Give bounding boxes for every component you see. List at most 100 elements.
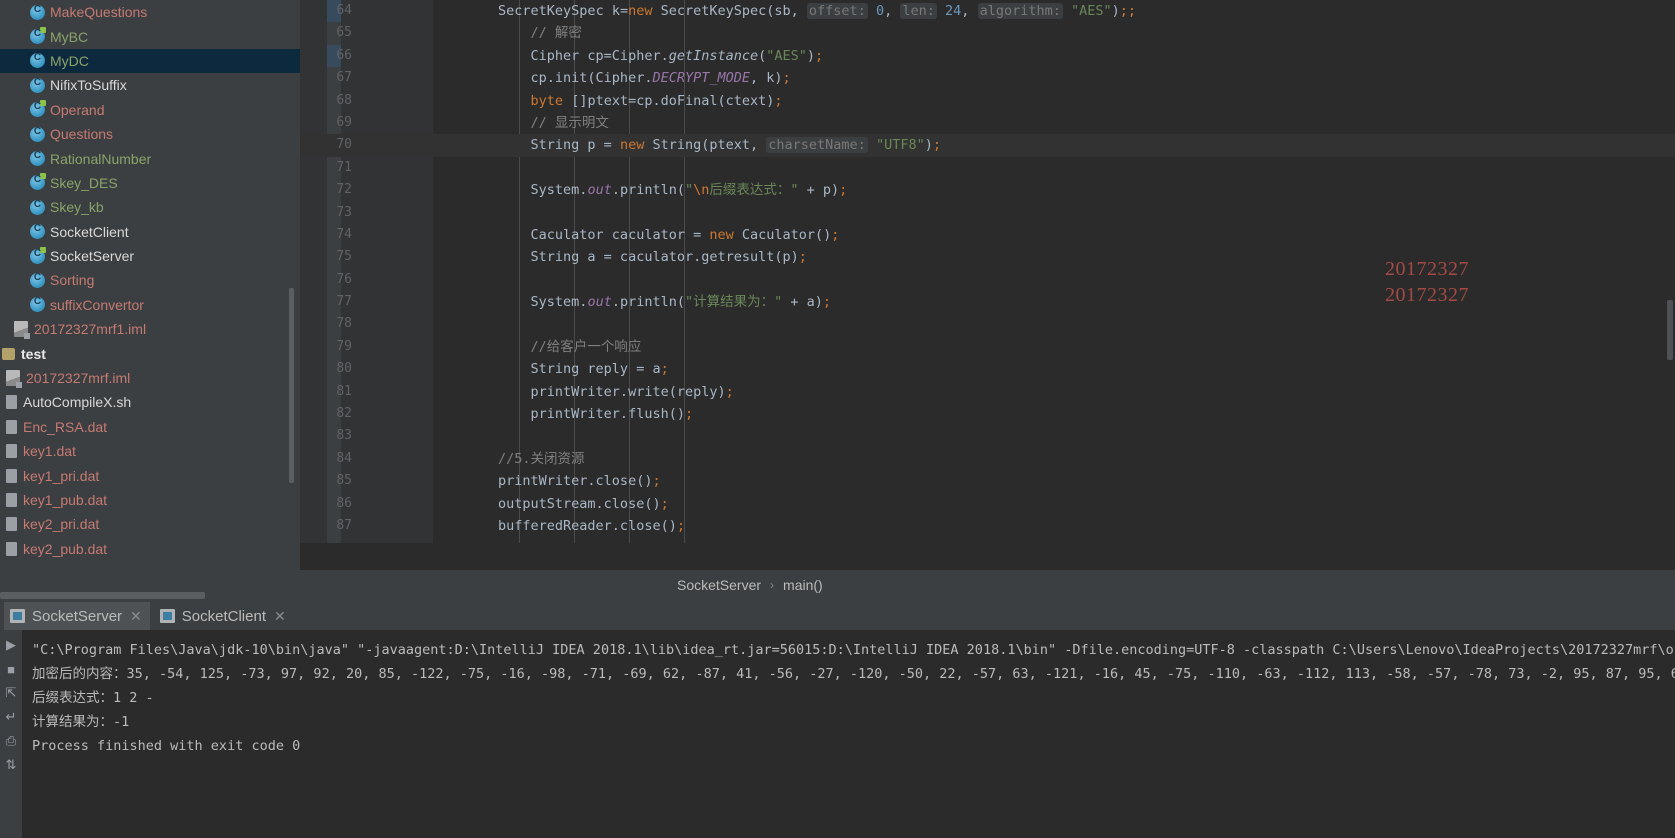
project-tree-item[interactable]: MyBC: [0, 24, 300, 48]
project-tree-item[interactable]: key2_pub.dat: [0, 537, 300, 561]
close-icon[interactable]: ✕: [130, 608, 142, 625]
code-line[interactable]: 74 Caculator caculator = new Caculator()…: [300, 224, 1675, 246]
code-line[interactable]: 79 //给客户一个响应: [300, 336, 1675, 358]
scroll-end-icon[interactable]: ⇅: [2, 756, 20, 774]
line-number: 82: [336, 406, 352, 422]
code-line[interactable]: 70 String p = new String(ptext, charsetN…: [300, 134, 1675, 158]
code-line[interactable]: 85 printWriter.close();: [300, 470, 1675, 492]
project-tree-horizontal-scrollbar[interactable]: [0, 592, 205, 599]
project-tree-list[interactable]: MakeQuestions MyBC MyDC NifixToSuffix Operan…: [0, 0, 300, 561]
code-line[interactable]: 84 //5.关闭资源: [300, 448, 1675, 470]
project-tree-item[interactable]: NifixToSuffix: [0, 73, 300, 97]
run-config-icon: [10, 609, 25, 623]
line-number: 67: [336, 70, 352, 86]
java-class-icon: [30, 199, 45, 215]
line-number: 85: [336, 473, 352, 489]
file-icon: [6, 541, 17, 556]
chevron-right-icon: ›: [770, 578, 775, 592]
run-tab-bar[interactable]: SocketServer ✕ SocketClient ✕: [0, 600, 1675, 630]
run-toolbar-rail[interactable]: ▶ ■ ⇱ ↵ ⎙ ⇅: [0, 630, 22, 838]
code-line[interactable]: 67 cp.init(Cipher.DECRYPT_MODE, k);: [300, 67, 1675, 89]
code-line[interactable]: 65 // 解密: [300, 22, 1675, 44]
line-number: 77: [336, 294, 352, 310]
project-tree-item[interactable]: MakeQuestions: [0, 0, 300, 24]
code-text: Cipher cp=Cipher.getInstance("AES");: [433, 47, 824, 64]
soft-wrap-icon[interactable]: ↵: [2, 708, 20, 726]
project-tree-item-label: Skey_kb: [50, 199, 104, 216]
code-line[interactable]: 80 String reply = a;: [300, 358, 1675, 380]
rerun-icon[interactable]: ▶: [2, 636, 20, 654]
project-tree-item[interactable]: suffixConvertor: [0, 293, 300, 317]
java-class-icon: [30, 223, 45, 240]
project-tree-item-label: key2_pub.dat: [23, 540, 108, 557]
code-line[interactable]: 81 printWriter.write(reply);: [300, 381, 1675, 403]
project-tree-item[interactable]: Questions: [0, 122, 300, 146]
run-tab[interactable]: SocketClient ✕: [154, 602, 294, 630]
breadcrumb-method[interactable]: main(): [783, 577, 823, 593]
project-tree-item-label: MyBC: [50, 28, 89, 45]
run-tab-label: SocketClient: [181, 607, 266, 625]
project-tree-item[interactable]: SocketClient: [0, 220, 300, 244]
project-tree-item[interactable]: MyDC: [0, 48, 300, 74]
project-tree-item-label: test: [21, 345, 46, 362]
code-line[interactable]: 82 printWriter.flush();: [300, 403, 1675, 425]
code-text: // 解密: [530, 25, 582, 42]
project-tool-window[interactable]: MakeQuestions MyBC MyDC NifixToSuffix Operan…: [0, 0, 300, 600]
code-line[interactable]: 83: [300, 425, 1675, 447]
project-tree-item[interactable]: key1_pub.dat: [0, 488, 300, 512]
project-tree-item[interactable]: key1_pri.dat: [0, 463, 300, 487]
watermark-line: 20172327: [1385, 284, 1469, 306]
project-tree-item[interactable]: Skey_kb: [0, 195, 300, 219]
project-tree-item[interactable]: test: [0, 341, 300, 365]
project-tree-item[interactable]: Skey_DES: [0, 171, 300, 195]
java-class-icon: [30, 246, 46, 264]
java-class-icon: [30, 150, 45, 167]
console-output[interactable]: "C:\Program Files\Java\jdk-10\bin\java" …: [22, 630, 1675, 838]
java-class-icon: [30, 77, 45, 93]
code-line[interactable]: 68 byte []ptext=cp.doFinal(ctext);: [300, 90, 1675, 112]
editor-vertical-scrollbar[interactable]: [1667, 300, 1673, 360]
project-tree-item[interactable]: Operand: [0, 98, 300, 122]
code-text: printWriter.write(reply);: [433, 383, 734, 400]
code-line[interactable]: 71: [300, 157, 1675, 179]
watermark-text: 20172327 20172327: [1385, 256, 1469, 308]
breadcrumb[interactable]: SocketServer › main(): [300, 570, 1675, 600]
project-tree-item[interactable]: key2_pri.dat: [0, 512, 300, 536]
line-number: 72: [336, 182, 352, 198]
project-tree-item[interactable]: Enc_RSA.dat: [0, 415, 300, 439]
console-line: 计算结果为：-1: [32, 714, 130, 730]
project-tree-item[interactable]: 20172327mrf1.iml: [0, 317, 300, 341]
project-tree-item[interactable]: 20172327mrf.iml: [0, 366, 300, 390]
project-tree-item[interactable]: key1.dat: [0, 439, 300, 463]
code-line[interactable]: 66 Cipher cp=Cipher.getInstance("AES");: [300, 44, 1675, 68]
line-number: 64: [336, 3, 352, 18]
editor-pane[interactable]: 64 SecretKeySpec k=new SecretKeySpec(sb,…: [300, 0, 1675, 600]
code-line[interactable]: 72 System.out.println("\n后缀表达式：" + p);: [300, 179, 1675, 201]
breadcrumb-class[interactable]: SocketServer: [677, 577, 761, 593]
code-text: SecretKeySpec k=new SecretKeySpec(sb, of…: [498, 3, 1137, 19]
project-tree-item[interactable]: SocketServer: [0, 244, 300, 268]
file-icon: [6, 419, 17, 434]
print-icon[interactable]: ⎙: [2, 732, 20, 750]
code-line[interactable]: 86 outputStream.close();: [300, 493, 1675, 515]
project-tree-item[interactable]: AutoCompileX.sh: [0, 390, 300, 414]
code-text: byte []ptext=cp.doFinal(ctext);: [530, 92, 783, 109]
code-line[interactable]: 64 SecretKeySpec k=new SecretKeySpec(sb,…: [300, 0, 1675, 23]
code-line[interactable]: 87 bufferedReader.close();: [300, 515, 1675, 537]
close-icon[interactable]: ✕: [274, 608, 286, 625]
project-tree-item[interactable]: RationalNumber: [0, 146, 300, 170]
code-text: cp.init(Cipher.DECRYPT_MODE, k);: [433, 70, 791, 87]
code-line[interactable]: 69 // 显示明文: [300, 112, 1675, 134]
line-number: 84: [336, 450, 352, 466]
line-number: 87: [336, 517, 352, 533]
stop-icon[interactable]: ■: [2, 660, 20, 678]
trace-icon[interactable]: ⇱: [2, 684, 20, 702]
code-line[interactable]: 73: [300, 202, 1675, 224]
project-tree-vertical-scrollbar[interactable]: [289, 288, 294, 483]
project-tree-item[interactable]: Sorting: [0, 268, 300, 292]
project-tree-item-label: key2_pri.dat: [23, 516, 100, 533]
run-tab[interactable]: SocketServer ✕: [4, 602, 150, 630]
code-editor[interactable]: 64 SecretKeySpec k=new SecretKeySpec(sb,…: [300, 0, 1675, 543]
code-line[interactable]: 78: [300, 313, 1675, 335]
java-class-icon: [30, 126, 45, 142]
